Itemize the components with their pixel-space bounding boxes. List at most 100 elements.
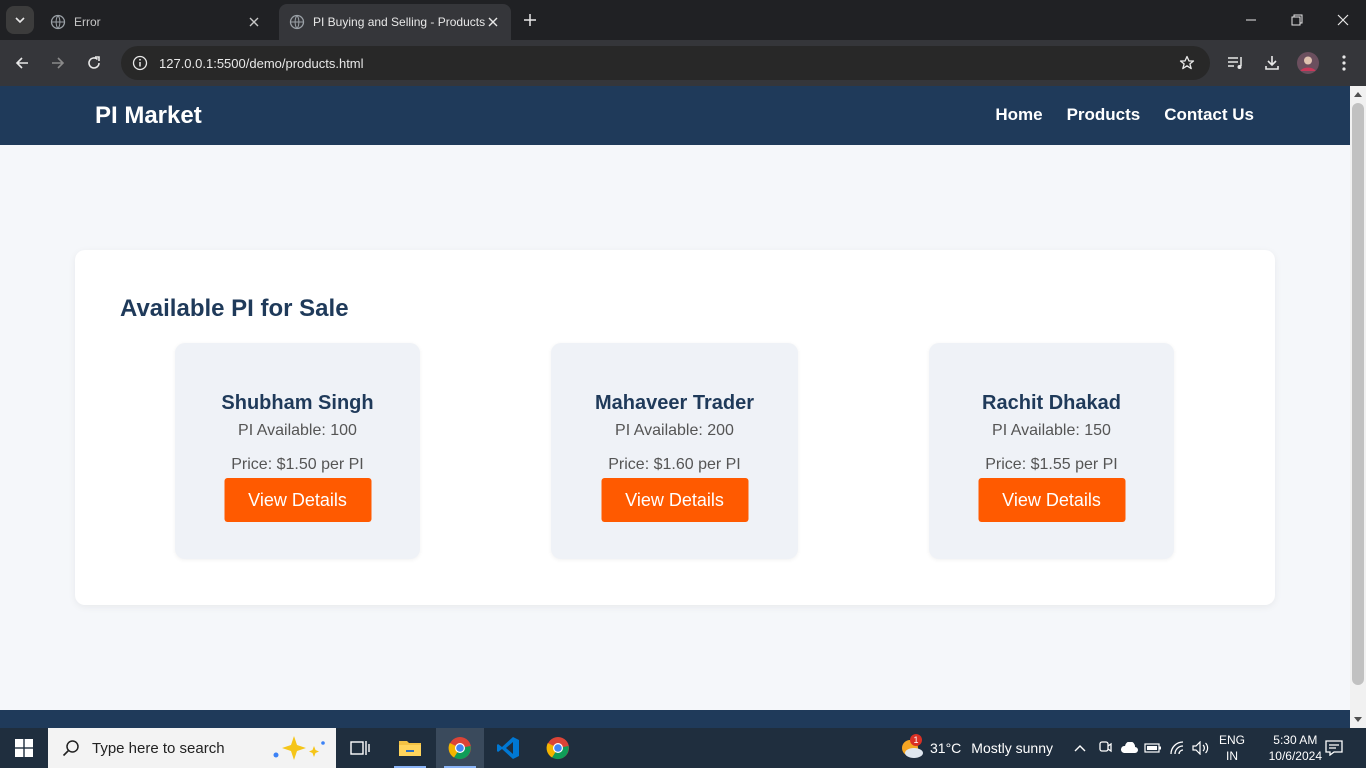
seller-name: Mahaveer Trader [595,392,754,414]
restore-icon [1291,14,1303,26]
info-icon[interactable] [123,46,157,80]
page-viewport: PI Market Home Products Contact Us Avail… [0,86,1350,728]
taskbar-app-chrome-2[interactable] [534,728,582,768]
taskbar-search[interactable]: Type here to search [48,728,336,768]
onedrive-cloud-icon[interactable] [1118,728,1140,768]
listing-card: Mahaveer Trader PI Available: 200 Price:… [551,343,798,559]
globe-icon [289,14,305,30]
chevron-up-icon [1074,745,1086,752]
profile-avatar[interactable] [1294,49,1322,77]
show-hidden-icons[interactable] [1070,728,1090,768]
browser-toolbar: 127.0.0.1:5500/demo/products.html [0,40,1366,86]
nav-contact-us[interactable]: Contact Us [1164,105,1254,125]
start-button[interactable] [0,728,48,768]
arrow-right-icon [52,57,65,69]
scrollbar-thumb[interactable] [1352,103,1364,685]
weather-condition: Mostly sunny [971,740,1053,756]
taskbar-app-file-explorer[interactable] [386,728,434,768]
site-header: PI Market Home Products Contact Us [0,86,1350,145]
price: Price: $1.55 per PI [985,456,1118,473]
tab-title: Error [74,15,101,29]
seller-name: Shubham Singh [221,392,374,414]
chrome-icon [448,737,471,760]
weather-temp: 31°C [930,740,962,756]
new-tab-button[interactable] [518,8,542,32]
language-code: ENG [1219,733,1246,747]
price: Price: $1.60 per PI [608,456,741,473]
windows-logo-icon [15,739,33,757]
notification-icon [1325,740,1343,756]
globe-icon [50,14,66,30]
seller-name: Rachit Dhakad [982,392,1121,414]
bookmark-star-icon[interactable] [1172,48,1202,78]
url-text[interactable]: 127.0.0.1:5500/demo/products.html [159,56,1172,71]
close-icon[interactable] [246,14,262,30]
file-explorer-icon [399,741,421,756]
products-panel: Available PI for Sale Shubham Singh PI A… [75,250,1275,605]
listing-card: Rachit Dhakad PI Available: 150 Price: $… [929,343,1174,559]
battery-icon[interactable] [1143,728,1163,768]
clock-time: 5:30 AM [1273,733,1318,747]
tab-search-button[interactable] [6,6,34,34]
wifi-icon[interactable] [1167,728,1189,768]
language-region: IN [1226,749,1238,763]
view-details-button[interactable]: View Details [601,478,748,522]
taskbar-app-vscode[interactable] [484,728,532,768]
nav-home[interactable]: Home [995,105,1042,125]
page-scrollbar[interactable] [1350,86,1366,728]
search-icon [62,740,79,757]
pi-available: PI Available: 100 [238,422,357,439]
close-icon[interactable] [485,14,501,30]
weather-widget[interactable]: 1 31°C Mostly sunny [898,728,1068,768]
weather-sun-cloud-icon: 1 [898,734,924,760]
menu-button[interactable] [1330,49,1358,77]
input-language[interactable]: ENG IN [1219,732,1245,764]
reload-button[interactable] [80,49,108,77]
vscode-icon [497,737,519,759]
plus-icon [524,14,536,26]
clock[interactable]: 5:30 AM 10/6/2024 [1269,732,1322,764]
clock-date: 10/6/2024 [1268,749,1322,763]
restore-button[interactable] [1274,0,1320,40]
taskbar: Type here to search 1 31°C Mostly sunny [0,728,1366,768]
media-controls-button[interactable] [1222,49,1250,77]
view-details-button[interactable]: View Details [224,478,371,522]
scroll-up-icon[interactable] [1350,86,1366,102]
meet-now-icon[interactable] [1096,728,1114,768]
download-icon [1265,56,1279,70]
view-details-button[interactable]: View Details [978,478,1125,522]
task-view-icon [350,741,370,755]
search-placeholder: Type here to search [92,739,225,757]
reload-icon [88,56,100,69]
task-view-button[interactable] [336,728,384,768]
nav-products[interactable]: Products [1067,105,1141,125]
back-button[interactable] [8,49,36,77]
chevron-down-icon [15,17,25,24]
site-footer [0,710,1350,728]
scroll-down-icon[interactable] [1350,712,1366,728]
pi-available: PI Available: 150 [992,422,1111,439]
minimize-icon [1246,19,1256,21]
tab-error[interactable]: Error [40,4,272,40]
close-icon [1337,14,1349,26]
weather-badge: 1 [910,734,922,746]
listing-card: Shubham Singh PI Available: 100 Price: $… [175,343,420,559]
taskbar-app-chrome[interactable] [436,728,484,768]
notifications-button[interactable] [1320,728,1348,768]
minimize-button[interactable] [1228,0,1274,40]
tab-title: PI Buying and Selling - Products [313,15,485,29]
arrow-left-icon [15,57,28,69]
volume-icon[interactable] [1190,728,1212,768]
chrome-icon [546,737,569,760]
forward-button[interactable] [44,49,72,77]
price: Price: $1.50 per PI [231,456,364,473]
main-nav: Home Products Contact Us [995,105,1254,125]
section-title: Available PI for Sale [120,295,349,322]
address-bar[interactable]: 127.0.0.1:5500/demo/products.html [121,46,1210,80]
downloads-button[interactable] [1258,49,1286,77]
close-window-button[interactable] [1320,0,1366,40]
avatar-icon [1297,52,1319,74]
tab-strip: Error PI Buying and Selling - Products [0,0,1366,40]
tab-products[interactable]: PI Buying and Selling - Products [279,4,511,40]
site-logo[interactable]: PI Market [95,102,202,130]
